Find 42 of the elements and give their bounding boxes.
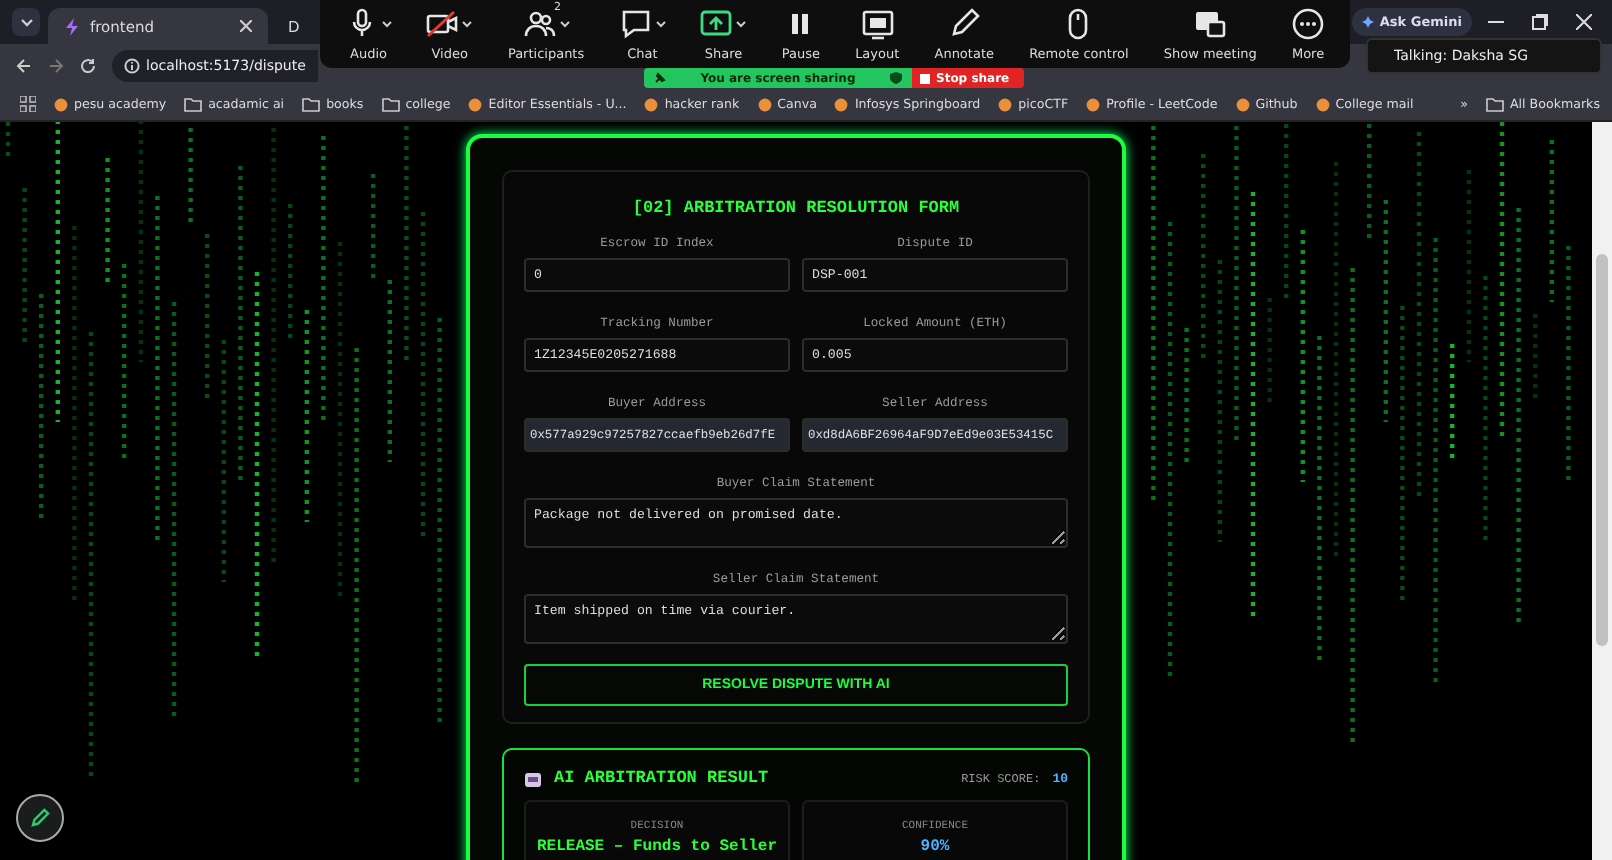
edit-button[interactable] [16,794,64,842]
folder-icon [184,97,203,111]
people-icon [523,7,556,39]
layout-icon [861,7,894,39]
camera-off-icon [426,7,459,39]
site-icon [834,97,849,111]
back-icon[interactable] [16,58,32,74]
site-icon [644,97,659,111]
site-icon [54,97,68,111]
caret-icon [19,17,33,27]
folder-icon [302,97,321,111]
pencil-icon [948,7,981,39]
pencil-icon [30,808,50,828]
site-icon [757,97,772,111]
scrollbar[interactable] [1592,122,1612,860]
reload-icon[interactable] [80,58,96,74]
info-icon [124,58,140,74]
site-icon [1086,97,1101,111]
site-icon [1235,97,1250,111]
site-icon [1315,97,1330,111]
site-icon [998,97,1013,111]
sparkle-icon [1361,16,1374,28]
close-icon[interactable] [1576,14,1592,30]
folder-icon [381,97,400,111]
speech-bubble-icon [619,7,652,39]
shield-icon [889,72,902,84]
result-value: 90% [920,837,950,855]
forward-icon[interactable] [48,58,64,74]
apps-grid-icon[interactable] [20,96,36,112]
site-icon [468,97,483,111]
bolt-icon [64,17,80,35]
stop-icon [920,73,930,83]
tab-search-button[interactable] [12,8,40,36]
restore-icon[interactable] [1532,14,1548,30]
windows-icon [1194,7,1227,39]
form-title: [02] ARBITRATION RESOLUTION FORM [630,198,962,218]
share-screen-icon [700,7,733,39]
close-icon[interactable] [240,20,252,32]
folder-icon [1486,97,1504,111]
result-title: AI ARBITRATION RESULT [554,768,769,788]
result-value: RELEASE – Funds to Seller [536,837,778,855]
more-icon [1292,7,1325,39]
